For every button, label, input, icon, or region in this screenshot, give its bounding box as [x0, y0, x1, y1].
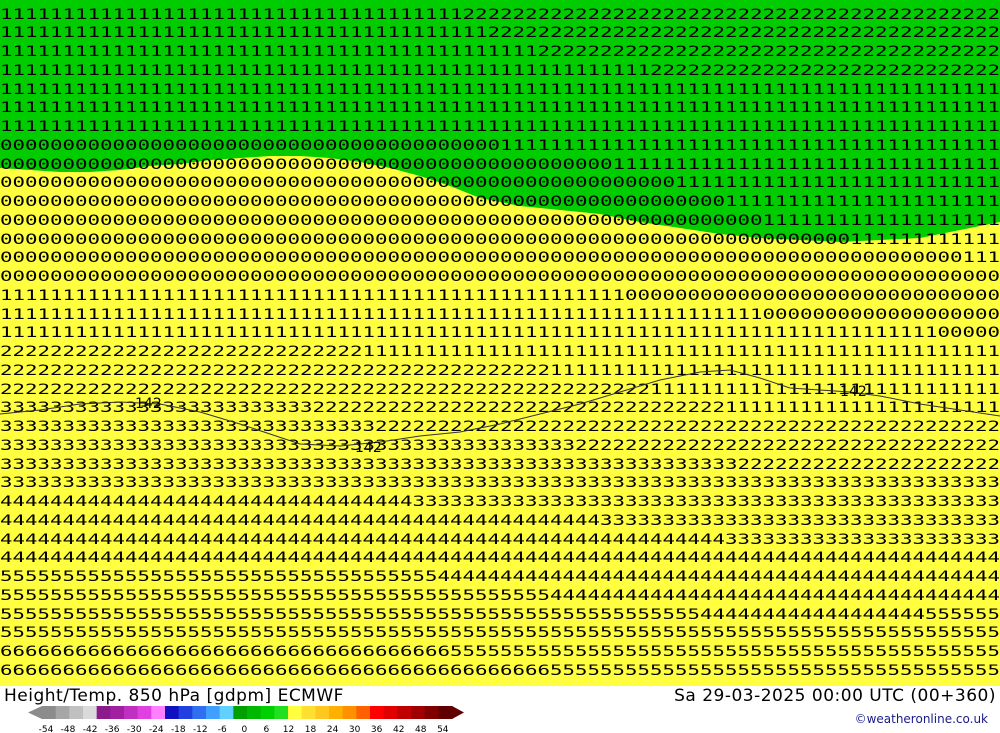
legend-tick-label: 12	[283, 725, 294, 733]
legend-tick-label: 30	[349, 725, 361, 733]
legend-swatch	[424, 706, 439, 719]
legend-swatch	[69, 706, 84, 719]
contour-label: 142	[840, 384, 867, 400]
digit-row: 0000000000000000000000000000000000000000…	[0, 232, 1000, 248]
legend-tick-label: -24	[149, 725, 164, 733]
legend-swatch	[233, 706, 248, 719]
legend-swatch	[151, 706, 166, 719]
legend-swatch	[110, 706, 125, 719]
legend-swatch	[55, 706, 70, 719]
legend-swatch	[288, 706, 303, 719]
digit-row: 4444444444444444444444444444444444444444…	[0, 550, 1000, 566]
digit-row: 0000000000000000000000000000000000000000…	[0, 138, 1000, 154]
digit-row: 0000000000000000000000000000000000000000…	[0, 157, 1000, 173]
legend-swatch	[192, 706, 207, 719]
legend-swatch	[219, 706, 234, 719]
legend-tick-label: -30	[127, 725, 142, 733]
digit-row: 1111111111111111111111111111111111111111…	[0, 44, 1000, 60]
legend-tick-label: 24	[327, 725, 339, 733]
digit-row: 2222222222222222222222222222211111111111…	[0, 344, 1000, 360]
digit-row: 1111111111111111111111111111111111111111…	[0, 82, 1000, 98]
digit-row: 3333333333333333333333333333333333333333…	[0, 438, 1000, 454]
legend-tick-label: -18	[171, 725, 186, 733]
legend-tick-label: 48	[415, 725, 427, 733]
legend-swatch	[411, 706, 426, 719]
legend-swatch	[370, 706, 385, 719]
page: { "title_left": "Height/Temp. 850 hPa [g…	[0, 0, 1000, 733]
digit-row: 1111111111111111111111111111111111111111…	[0, 288, 1000, 304]
legend-swatch	[247, 706, 262, 719]
legend-swatch	[124, 706, 139, 719]
legend-ticks: -54 -48 -42 -36 -30 -24 -18 -12 -6 0 6 12 18 24 30 36 42…	[39, 725, 449, 733]
color-legend: -54 -48 -42 -36 -30 -24 -18 -12 -6 0 6 12 18 24 30 36 42…	[28, 706, 464, 733]
digit-row: 6666666666666666666666666666666666666666…	[0, 663, 1000, 679]
legend-swatch	[137, 706, 152, 719]
digit-row: 4444444444444444444444444444444444444444…	[0, 513, 1000, 529]
digit-row: 0000000000000000000000000000000000000000…	[0, 194, 1000, 210]
map-title: Height/Temp. 850 hPa [gdpm] ECMWF	[4, 686, 344, 706]
legend-tick-label: -54	[39, 725, 54, 733]
legend-swatch	[165, 706, 180, 719]
legend-swatches	[28, 706, 464, 719]
contour-label: 142	[135, 396, 162, 412]
legend-tick-label: -6	[218, 725, 227, 733]
digit-row: 1111111111111111111111111111111111111111…	[0, 100, 1000, 116]
credit-link[interactable]: ©weatheronline.co.uk	[855, 712, 988, 726]
weather-map: 1111111111111111111111111111111111111222…	[0, 0, 1000, 686]
legend-tick-label: 42	[393, 725, 404, 733]
digit-row: 2222222222222222222222222222222222222222…	[0, 363, 1000, 379]
digit-row: 1111111111111111111111111111111111111111…	[0, 63, 1000, 79]
legend-swatch	[315, 706, 330, 719]
digit-row: 3333333333333333333333333333333333333333…	[0, 475, 1000, 491]
legend-tick-label: -36	[105, 725, 120, 733]
legend-tick-label: -12	[193, 725, 208, 733]
digit-row: 1111111111111111111111111111111111111112…	[0, 25, 1000, 41]
legend-tick-label: 6	[264, 725, 270, 733]
legend-tick-label: 0	[242, 725, 248, 733]
legend-swatch	[274, 706, 289, 719]
digit-row: 5555555555555555555555555555555555555555…	[0, 607, 1000, 623]
legend-arrow-right	[452, 706, 464, 719]
digit-row: 4444444444444444444444444444444444444444…	[0, 532, 1000, 548]
digit-row: 3333333333333333333333333333332222222222…	[0, 419, 1000, 435]
digit-row: 5555555555555555555555555555555555544444…	[0, 569, 1000, 585]
digit-row: 0000000000000000000000000000000000000000…	[0, 213, 1000, 229]
digit-row: 5555555555555555555555555555555555555555…	[0, 625, 1000, 641]
legend-tick-label: 18	[305, 725, 317, 733]
digit-row: 6666666666666666666666666666666666665555…	[0, 644, 1000, 660]
legend-tick-label: -42	[83, 725, 98, 733]
digit-row: 0000000000000000000000000000000000000000…	[0, 250, 1000, 266]
digit-row: 4444444444444444444444444444444443333333…	[0, 494, 1000, 510]
legend-swatch	[206, 706, 221, 719]
legend-tick-label: 54	[437, 725, 449, 733]
digit-row: 1111111111111111111111111111111111111111…	[0, 307, 1000, 323]
legend-swatch	[397, 706, 412, 719]
digit-row: 5555555555555555555555555555555555555555…	[0, 588, 1000, 604]
contour-label: 142	[355, 440, 382, 456]
legend-swatch	[178, 706, 193, 719]
map-valid-time: Sa 29-03-2025 00:00 UTC (00+360)	[674, 686, 996, 706]
legend-swatch	[260, 706, 275, 719]
legend-swatch	[96, 706, 111, 719]
legend-swatch	[301, 706, 316, 719]
digit-row: 1111111111111111111111111111111111111111…	[0, 119, 1000, 135]
legend-swatch	[342, 706, 357, 719]
digit-row: 0000000000000000000000000000000000000000…	[0, 269, 1000, 285]
legend-swatch	[329, 706, 344, 719]
legend-swatch	[383, 706, 398, 719]
digit-row: 0000000000000000000000000000000000000000…	[0, 175, 1000, 191]
digit-row: 1111111111111111111111111111111111111222…	[0, 7, 1000, 23]
legend-swatch	[356, 706, 371, 719]
legend-swatch	[42, 706, 57, 719]
legend-swatch	[438, 706, 453, 719]
legend-arrow-left	[28, 706, 42, 719]
legend-tick-label: 36	[371, 725, 383, 733]
digit-row: 3333333333333333333333333333333333333333…	[0, 457, 1000, 473]
digit-row: 1111111111111111111111111111111111111111…	[0, 325, 1000, 341]
legend-swatch	[83, 706, 98, 719]
legend-tick-label: -48	[61, 725, 76, 733]
